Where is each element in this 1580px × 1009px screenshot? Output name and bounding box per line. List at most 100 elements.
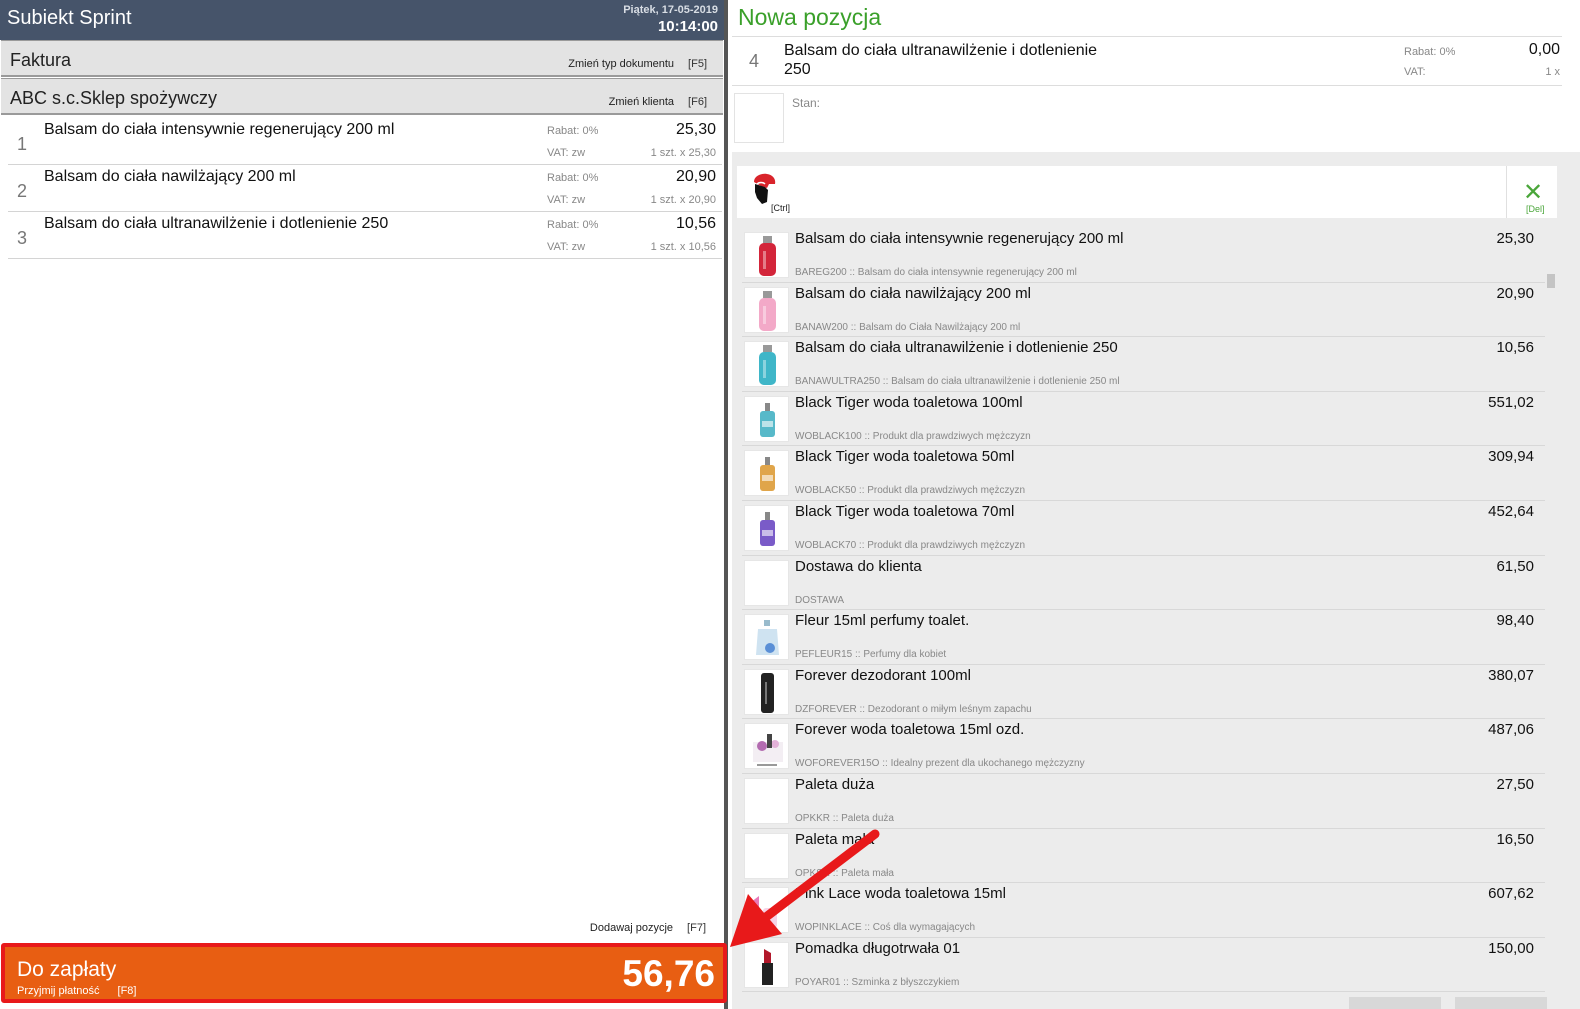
product-description: PEFLEUR15 :: Perfumy dla kobiet xyxy=(795,649,947,661)
accept-payment-text: Przyjmij płatność xyxy=(17,985,100,997)
product-price: 10,56 xyxy=(1496,339,1534,357)
product-description: WOBLACK50 :: Produkt dla prawdziwych męż… xyxy=(795,485,1026,497)
line-quantity: 1 szt. x 10,56 xyxy=(650,241,716,253)
product-row[interactable]: Black Tiger woda toaletowa 100ml WOBLACK1… xyxy=(742,392,1545,447)
product-thumbnail xyxy=(744,450,789,497)
product-row[interactable]: Forever woda toaletowa 15ml ozd. WOFOREVE… xyxy=(742,719,1545,774)
new-position-quantity[interactable]: 1 x xyxy=(1545,66,1560,78)
product-row[interactable]: Balsam do ciała intensywnie regenerujący… xyxy=(742,228,1545,283)
change-document-type-label: Zmień typ dokumentu xyxy=(568,58,675,70)
client-name: ABC s.c.Sklep spożywczy xyxy=(10,88,218,108)
product-price: 27,50 xyxy=(1496,775,1534,793)
product-name: Pink Lace woda toaletowa 15ml xyxy=(795,885,1006,903)
product-description: WOPINKLACE :: Coś dla wymagających xyxy=(795,922,976,934)
search-bar[interactable]: [Ctrl] ✕ [Del] xyxy=(737,166,1557,218)
line-vat: VAT: zw xyxy=(547,194,586,206)
product-row[interactable]: Forever dezodorant 100ml DZFOREVER :: Dez… xyxy=(742,665,1545,720)
product-price: 25,30 xyxy=(1496,230,1534,247)
total-amount: 56,76 xyxy=(622,953,715,994)
product-description: WOBLACK100 :: Produkt dla prawdziwych mę… xyxy=(795,430,1031,442)
stock-label: Stan: xyxy=(792,96,821,110)
product-price: 452,64 xyxy=(1488,502,1534,520)
product-thumbnail xyxy=(744,668,789,715)
document-line[interactable]: 3 Balsam do ciała ultranawilżenie i dotle… xyxy=(8,212,722,259)
scrollbar[interactable] xyxy=(1546,230,1556,990)
product-thumbnail xyxy=(744,232,789,278)
line-quantity: 1 szt. x 25,30 xyxy=(650,147,716,159)
bottom-button-left[interactable] xyxy=(1349,997,1441,1009)
line-name: Balsam do ciała nawilżający 200 ml xyxy=(44,168,296,185)
product-thumbnail xyxy=(744,887,789,934)
product-row[interactable]: Paleta mała OPKSR :: Paleta mała 16,50 xyxy=(742,829,1545,884)
accept-payment-key: [F8] xyxy=(117,985,137,997)
product-price: 20,90 xyxy=(1496,284,1534,302)
document-type-bar: Faktura Zmień typ dokumentu [F5] xyxy=(1,40,723,77)
product-row[interactable]: Pink Lace woda toaletowa 15ml WOPINKLACE … xyxy=(742,883,1545,938)
product-thumbnail xyxy=(744,504,789,551)
line-vat: VAT: zw xyxy=(547,147,586,159)
scrollbar-thumb[interactable] xyxy=(1547,274,1555,288)
product-name: Pomadka długotrwała 01 xyxy=(795,939,961,957)
product-name: Fleur 15ml perfumy toalet. xyxy=(795,612,970,630)
document-type: Faktura xyxy=(10,50,72,70)
product-name: Balsam do ciała ultranawilżenie i dotlen… xyxy=(795,339,1118,357)
document-line[interactable]: 1 Balsam do ciała intensywnie regenerując… xyxy=(8,118,722,165)
product-description: BANAW200 :: Balsam do Ciała Nawilżający … xyxy=(795,321,1021,333)
product-row[interactable]: Dostawa do klienta DOSTAWA 61,50 xyxy=(742,556,1545,611)
add-positions-button[interactable]: Dodawaj pozycje [F7] xyxy=(590,922,706,934)
line-price: 20,90 xyxy=(675,168,716,185)
line-number: 1 xyxy=(17,134,28,154)
change-document-type-key: [F5] xyxy=(688,58,707,70)
catalog-panel: Nowa pozycja 4 Balsam do ciała ultranawi… xyxy=(732,0,1580,1009)
product-description: WOBLACK70 :: Produkt dla prawdziwych męż… xyxy=(795,539,1026,551)
product-price: 551,02 xyxy=(1488,393,1534,411)
product-row[interactable]: Black Tiger woda toaletowa 70ml WOBLACK70… xyxy=(742,501,1545,556)
product-name: Black Tiger woda toaletowa 70ml xyxy=(795,502,1015,520)
new-position-image xyxy=(734,93,784,143)
change-document-type-button[interactable]: Zmień typ dokumentu [F5] xyxy=(568,58,707,70)
product-list: Balsam do ciała intensywnie regenerujący… xyxy=(742,228,1545,993)
product-name: Black Tiger woda toaletowa 100ml xyxy=(795,393,1023,411)
clock: 10:14:00 xyxy=(657,18,718,35)
change-client-button[interactable]: Zmień klienta [F6] xyxy=(609,96,707,108)
product-description: BANAWULTRA250 :: Balsam do ciała ultrana… xyxy=(795,376,1120,388)
title-bar: Subiekt Sprint Piątek, 17-05-2019 10:14:… xyxy=(0,0,724,40)
new-position-title: Nowa pozycja xyxy=(738,4,882,30)
new-position-row[interactable]: 4 Balsam do ciała ultranawilżenie i dotl… xyxy=(732,36,1562,86)
product-thumbnail xyxy=(744,614,789,661)
document-line[interactable]: 2 Balsam do ciała nawilżający 200 ml Rabat… xyxy=(8,165,722,212)
add-positions-label: Dodawaj pozycje xyxy=(589,922,674,934)
product-row[interactable]: Pomadka długotrwała 01POYAR01 :: Szminka… xyxy=(742,938,1545,993)
product-row[interactable]: Black Tiger woda toaletowa 50ml WOBLACK50… xyxy=(742,446,1545,501)
product-description: POYAR01 :: Szminka z błyszczykiem xyxy=(795,976,960,988)
product-price: 98,40 xyxy=(1496,612,1534,630)
product-row[interactable]: Paleta duża OPKKR :: Paleta duża 27,50 xyxy=(742,774,1545,829)
product-thumbnail xyxy=(744,832,789,879)
product-row[interactable]: Balsam do ciała nawilżający 200 ml BANAW2… xyxy=(742,283,1545,338)
product-thumbnail xyxy=(744,777,789,824)
line-vat: VAT: zw xyxy=(547,241,586,253)
product-price: 16,50 xyxy=(1496,830,1534,848)
new-position-price[interactable]: 0,00 xyxy=(1529,41,1560,59)
clear-button[interactable]: ✕ [Del] xyxy=(1506,166,1557,218)
pay-button[interactable]: Do zapłaty Przyjmij płatność [F8] 56,76 xyxy=(1,943,727,1003)
document-lines: 1 Balsam do ciała intensywnie regenerując… xyxy=(8,118,722,259)
date-label: Piątek, 17-05-2019 xyxy=(623,4,718,16)
product-row[interactable]: Fleur 15ml perfumy toalet.PEFLEUR15 :: P… xyxy=(742,610,1545,665)
product-thumbnail xyxy=(744,286,789,333)
change-client-label: Zmień klienta xyxy=(608,96,675,108)
product-name: Forever woda toaletowa 15ml ozd. xyxy=(795,721,1025,739)
product-price: 380,07 xyxy=(1488,666,1534,684)
product-thumbnail xyxy=(744,941,789,988)
barcode-scanner-icon[interactable] xyxy=(751,172,777,206)
line-quantity: 1 szt. x 20,90 xyxy=(650,194,716,206)
product-name: Balsam do ciała nawilżający 200 ml xyxy=(795,284,1031,302)
line-number: 2 xyxy=(17,181,28,201)
product-price: 309,94 xyxy=(1488,448,1534,466)
line-discount: Rabat: 0% xyxy=(547,125,599,137)
product-description: DZFOREVER :: Dezodorant o miłym leśnym z… xyxy=(795,703,1032,715)
line-price: 10,56 xyxy=(675,215,716,232)
bottom-button-right[interactable] xyxy=(1455,997,1547,1009)
product-row[interactable]: Balsam do ciała ultranawilżenie i dotlen… xyxy=(742,337,1545,392)
new-position-number: 4 xyxy=(749,51,760,71)
